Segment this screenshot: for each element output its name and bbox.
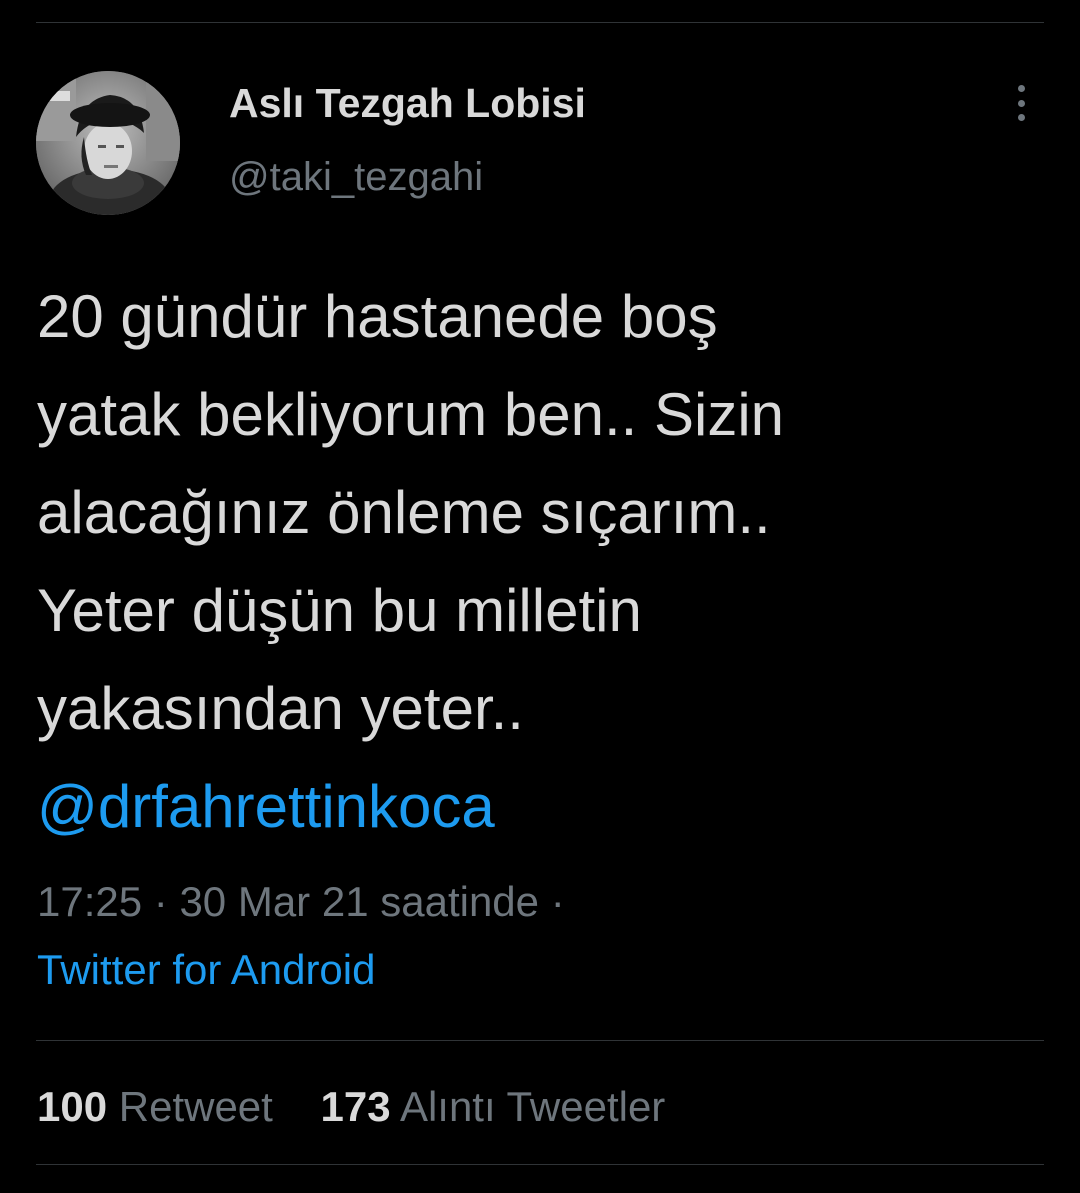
stats-bottom-divider bbox=[36, 1164, 1044, 1165]
quotes-count: 173 bbox=[320, 1083, 391, 1130]
more-options-icon[interactable] bbox=[1006, 85, 1036, 121]
tweet-line: 20 gündür hastanede boş bbox=[37, 283, 718, 350]
more-dot bbox=[1017, 99, 1025, 107]
tweet-date: 30 Mar 21 saatinde bbox=[179, 878, 540, 925]
retweets-count: 100 bbox=[37, 1083, 108, 1130]
mention-link[interactable]: @drfahrettinkoca bbox=[37, 773, 495, 840]
tweet-meta: 17:25 · 30 Mar 21 saatinde · bbox=[37, 878, 565, 926]
quotes-label: Alıntı Tweetler bbox=[399, 1083, 666, 1130]
tweet-line: yakasından yeter.. bbox=[37, 675, 524, 742]
top-divider bbox=[36, 22, 1044, 23]
meta-separator: · bbox=[153, 878, 168, 925]
author-name[interactable]: Aslı Tezgah Lobisi bbox=[229, 78, 586, 128]
tweet-source-link[interactable]: Twitter for Android bbox=[37, 946, 375, 994]
stats-top-divider bbox=[36, 1040, 1044, 1041]
retweets-stat[interactable]: 100 Retweet bbox=[37, 1082, 273, 1132]
tweet-stats: 100 Retweet 173 Alıntı Tweetler bbox=[37, 1082, 701, 1132]
retweets-label: Retweet bbox=[118, 1083, 273, 1130]
quotes-stat[interactable]: 173 Alıntı Tweetler bbox=[321, 1082, 666, 1132]
meta-separator-trailing: · bbox=[550, 878, 565, 925]
tweet-line: alacağınız önleme sıçarım.. bbox=[37, 479, 771, 546]
tweet-line: yatak bekliyorum ben.. Sizin bbox=[37, 381, 785, 448]
tweet-text: 20 gündür hastanede boş yatak bekliyorum… bbox=[37, 268, 1047, 856]
tweet-time: 17:25 bbox=[37, 878, 143, 925]
profile-photo-icon bbox=[36, 71, 180, 215]
tweet-line: Yeter düşün bu milletin bbox=[37, 577, 642, 644]
author-handle[interactable]: @taki_tezgahi bbox=[229, 152, 483, 202]
more-dot bbox=[1017, 85, 1025, 92]
more-dot bbox=[1017, 114, 1025, 121]
avatar[interactable] bbox=[36, 71, 180, 215]
